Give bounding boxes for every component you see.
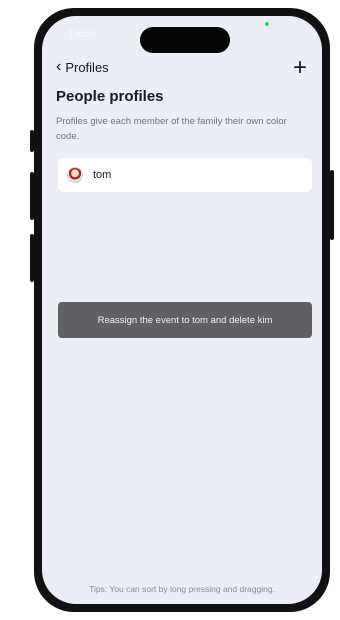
add-profile-button[interactable]: +	[288, 56, 312, 80]
dynamic-island	[140, 27, 230, 53]
power-button	[330, 170, 334, 240]
screen: 15:56 •• ≋ ▭ ‹ Profiles + People profile…	[42, 16, 322, 604]
chevron-left-icon: ‹	[56, 58, 62, 75]
profile-item-tom[interactable]: tom	[58, 158, 312, 192]
phone-frame: 15:56 •• ≋ ▭ ‹ Profiles + People profile…	[34, 8, 330, 612]
status-bar: 15:56 •• ≋ ▭	[42, 16, 322, 53]
page-title: People profiles	[56, 88, 164, 105]
profile-name: tom	[93, 169, 112, 181]
nav-bar: ‹ Profiles +	[42, 56, 322, 82]
avatar-icon	[67, 167, 83, 183]
camera-indicator-dot	[265, 22, 269, 26]
volume-down-button	[30, 234, 34, 282]
toast-message: Reassign the event to tom and delete kim	[58, 302, 312, 338]
volume-up-button	[30, 172, 34, 220]
toast-text: Reassign the event to tom and delete kim	[97, 314, 273, 326]
tips-text: Tips: You can sort by long pressing and …	[89, 584, 275, 594]
back-button[interactable]: ‹ Profiles	[56, 58, 109, 76]
status-icons: •• ≋ ▭	[265, 28, 308, 39]
back-label: Profiles	[65, 60, 109, 75]
page-subtitle: Profiles give each member of the family …	[56, 116, 287, 142]
status-time: 15:56	[68, 28, 97, 40]
silent-switch	[30, 130, 34, 152]
plus-icon: +	[292, 54, 307, 81]
